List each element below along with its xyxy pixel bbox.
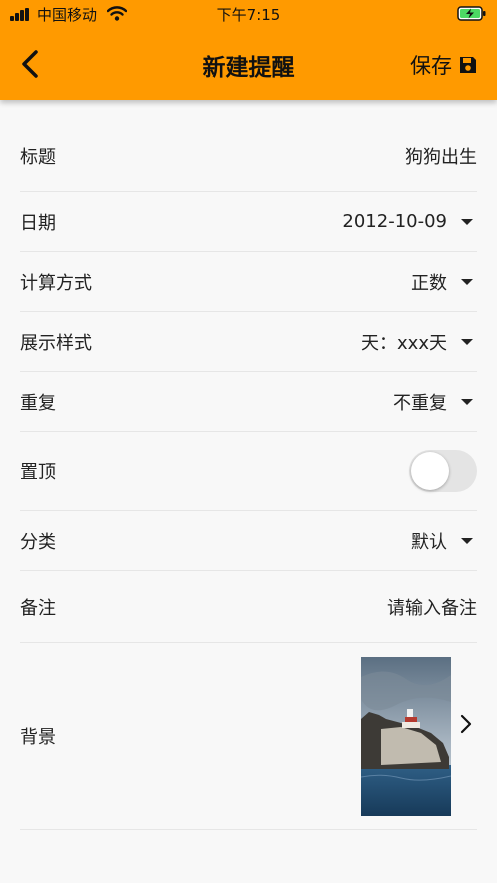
dropdown-arrow-icon	[461, 218, 473, 225]
category-label: 分类	[20, 531, 56, 553]
save-button[interactable]: 保存	[410, 50, 478, 80]
chevron-right-icon	[460, 714, 472, 734]
calc-method-label: 计算方式	[20, 272, 92, 294]
repeat-value: 不重复	[393, 392, 447, 414]
dropdown-arrow-icon	[461, 338, 473, 345]
pin-top-label: 置顶	[20, 462, 56, 483]
pin-top-row: 置顶	[20, 432, 477, 511]
display-style-value: 天：xxx天	[361, 332, 447, 354]
floppy-disk-icon	[460, 57, 476, 73]
date-label: 日期	[20, 212, 56, 234]
background-label: 背景	[20, 727, 56, 748]
toggle-knob	[411, 452, 449, 490]
battery-charging-icon	[457, 6, 486, 21]
dropdown-arrow-icon	[461, 398, 473, 405]
category-value: 默认	[411, 531, 447, 553]
background-thumbnail[interactable]	[361, 656, 451, 816]
date-row[interactable]: 日期 2012-10-09	[20, 192, 477, 252]
category-row[interactable]: 分类 默认	[20, 511, 477, 571]
note-input[interactable]: 请输入备注	[387, 594, 477, 620]
dropdown-arrow-icon	[461, 278, 473, 285]
app-bar: 中国移动 下午7:15 新建提醒 保存	[0, 0, 497, 100]
title-value[interactable]: 狗狗出生	[405, 143, 477, 169]
repeat-label: 重复	[20, 392, 56, 414]
display-style-row[interactable]: 展示样式 天：xxx天	[20, 312, 477, 372]
reminder-form: 标题 狗狗出生 日期 2012-10-09 计算方式 正数 展示样式 天：xxx…	[20, 100, 477, 830]
dropdown-arrow-icon	[461, 537, 473, 544]
display-style-label: 展示样式	[20, 332, 92, 354]
background-row[interactable]: 背景	[20, 643, 477, 830]
status-bar: 中国移动 下午7:15	[0, 0, 497, 28]
pin-top-toggle[interactable]	[409, 450, 477, 492]
calc-method-row[interactable]: 计算方式 正数	[20, 252, 477, 312]
repeat-row[interactable]: 重复 不重复	[20, 372, 477, 432]
save-button-label: 保存	[410, 54, 452, 78]
title-label: 标题	[20, 146, 56, 168]
note-row: 备注 请输入备注	[20, 571, 477, 643]
title-row[interactable]: 标题 狗狗出生	[20, 100, 477, 192]
note-label: 备注	[20, 597, 56, 619]
calc-method-value: 正数	[411, 272, 447, 294]
status-time: 下午7:15	[216, 6, 281, 24]
date-value: 2012-10-09	[342, 211, 447, 232]
